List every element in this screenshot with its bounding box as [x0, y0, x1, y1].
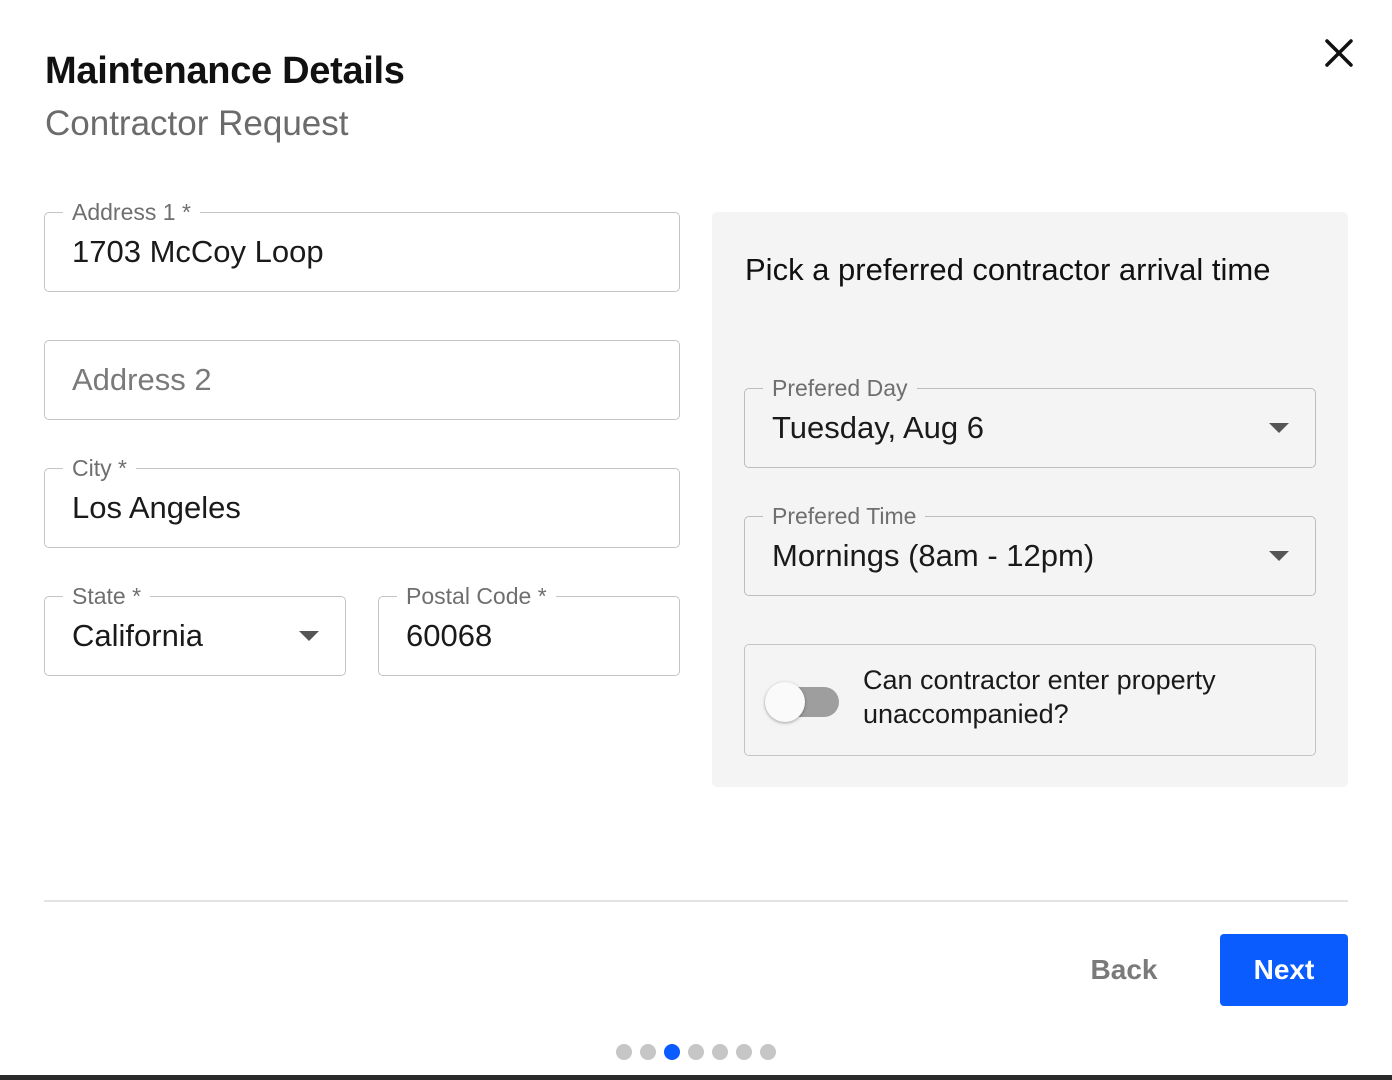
step-dot[interactable]	[760, 1044, 776, 1060]
arrival-time-heading: Pick a preferred contractor arrival time	[745, 252, 1271, 287]
unaccompanied-toggle[interactable]	[765, 682, 839, 722]
footer-divider	[44, 900, 1348, 902]
unaccompanied-label: Can contractor enter property unaccompan…	[863, 665, 1216, 729]
step-dot[interactable]	[640, 1044, 656, 1060]
postal-code-value: 60068	[406, 618, 493, 653]
city-value: Los Angeles	[72, 490, 241, 525]
step-dot[interactable]	[688, 1044, 704, 1060]
chevron-down-icon	[1269, 423, 1289, 433]
address1-value: 1703 McCoy Loop	[72, 234, 324, 269]
chevron-down-icon	[1269, 551, 1289, 561]
back-button[interactable]: Back	[1062, 934, 1186, 1006]
postal-code-field[interactable]: Postal Code * 60068	[378, 582, 680, 676]
chevron-down-icon	[299, 631, 319, 641]
page-subtitle: Contractor Request	[45, 104, 349, 143]
city-field[interactable]: City * Los Angeles	[44, 454, 680, 548]
state-value: California	[72, 618, 203, 653]
page-title: Maintenance Details	[45, 50, 405, 92]
unaccompanied-toggle-box: Can contractor enter property unaccompan…	[744, 644, 1316, 756]
address2-field[interactable]: Address 2	[44, 340, 680, 420]
step-dot[interactable]	[664, 1044, 680, 1060]
next-button[interactable]: Next	[1220, 934, 1348, 1006]
arrival-time-panel: Pick a preferred contractor arrival time…	[712, 212, 1348, 787]
step-dot[interactable]	[616, 1044, 632, 1060]
address2-placeholder: Address 2	[72, 362, 212, 397]
step-dot[interactable]	[712, 1044, 728, 1060]
step-indicator	[616, 1044, 776, 1060]
close-icon	[1325, 39, 1353, 67]
preferred-time-select[interactable]: Prefered Time Mornings (8am - 12pm)	[744, 502, 1316, 596]
preferred-day-value: Tuesday, Aug 6	[772, 410, 984, 445]
step-dot[interactable]	[736, 1044, 752, 1060]
toggle-thumb	[765, 682, 805, 722]
preferred-time-value: Mornings (8am - 12pm)	[772, 538, 1095, 573]
close-button[interactable]	[1318, 32, 1360, 74]
maintenance-dialog: Maintenance Details Contractor Request A…	[0, 0, 1392, 1080]
window-bottom-edge	[0, 1075, 1392, 1080]
state-select[interactable]: State * California	[44, 582, 346, 676]
preferred-day-select[interactable]: Prefered Day Tuesday, Aug 6	[744, 374, 1316, 468]
address1-field[interactable]: Address 1 * 1703 McCoy Loop	[44, 198, 680, 292]
